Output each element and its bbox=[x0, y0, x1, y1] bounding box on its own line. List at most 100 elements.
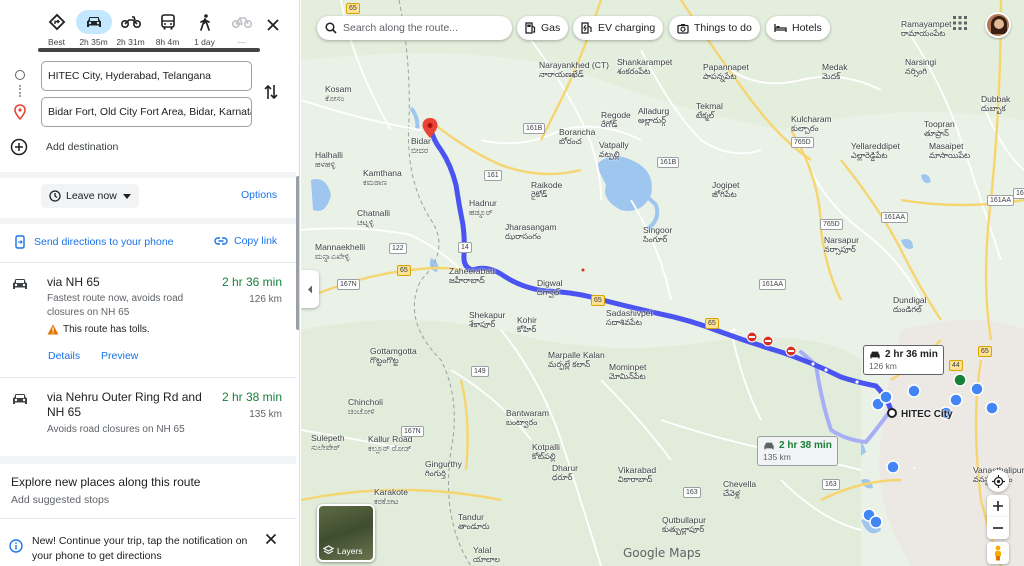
highway-shield: 161AA bbox=[1013, 188, 1024, 199]
send-to-phone-button[interactable]: Send directions to your phone bbox=[14, 235, 174, 249]
dismiss-notification-icon[interactable] bbox=[265, 533, 277, 545]
copy-link-button[interactable]: Copy link bbox=[214, 235, 277, 247]
place-name-en: Kamthana bbox=[363, 168, 402, 178]
place-name-en: Yalal bbox=[473, 545, 492, 555]
mode-cycling[interactable]: — bbox=[223, 10, 260, 50]
warning-icon bbox=[47, 324, 59, 335]
swap-endpoints-button[interactable] bbox=[263, 83, 279, 106]
place-name-local: శంకరంపేట bbox=[617, 67, 651, 76]
highway-shield: 44 bbox=[949, 360, 963, 371]
options-button[interactable]: Options bbox=[241, 189, 277, 201]
place-label: Chevella చేవెళ్ల bbox=[723, 479, 756, 499]
mode-two-wheeler[interactable]: 2h 31m bbox=[112, 10, 149, 50]
leave-now-dropdown[interactable]: Leave now bbox=[41, 184, 139, 208]
info-icon bbox=[9, 539, 23, 553]
place-name-en: Ramayampet bbox=[901, 19, 952, 29]
preview-link[interactable]: Preview bbox=[101, 350, 138, 362]
place-label: Zaheerabad జహీరాబాద్ bbox=[449, 266, 495, 286]
map-canvas[interactable]: Bidar ಬೀದರ Kosam ಕೋಸಂ Halhalli ಹಳಹಳ್ಳಿ Kamth… bbox=[301, 0, 1024, 566]
gas-pump-icon bbox=[525, 22, 536, 34]
place-name-en: Masaipet bbox=[929, 141, 964, 151]
place-label: Narayankhed (CT) నారాయణఖేడ్ bbox=[539, 60, 609, 80]
place-name-en: Regode bbox=[601, 110, 631, 120]
place-name-local: బోరంచ bbox=[559, 137, 582, 146]
place-label: Boranchа బోరంచ bbox=[559, 127, 595, 147]
highway-shield: 122 bbox=[389, 243, 407, 254]
zoom-in-button[interactable] bbox=[987, 495, 1009, 517]
place-label: Alladurg అల్లాదుర్గ్ bbox=[638, 106, 669, 126]
mode-transit-label: 8h 4m bbox=[155, 37, 180, 47]
place-name-local: రైకోడ్ bbox=[531, 190, 548, 199]
place-name-local: శేకాపూర్ bbox=[469, 320, 496, 329]
search-icon bbox=[325, 22, 337, 34]
hotels-chip[interactable]: Hotels bbox=[766, 16, 830, 40]
things-to-do-chip[interactable]: Things to do bbox=[669, 16, 760, 40]
mode-best[interactable]: Best bbox=[38, 10, 75, 50]
place-name-local: ಹಡ್ನೂರ್ bbox=[469, 208, 493, 217]
destination-input[interactable]: Bidar Fort, Old City Fort Area, Bidar, K… bbox=[41, 97, 252, 127]
route-time: 2 hr 36 min bbox=[221, 275, 282, 289]
explore-subtitle[interactable]: Add suggested stops bbox=[11, 494, 109, 506]
google-maps-logo: Google Maps bbox=[623, 546, 701, 560]
my-location-button[interactable] bbox=[987, 470, 1009, 492]
street-view-pegman[interactable] bbox=[987, 542, 1009, 564]
place-name-en: Bantwaram bbox=[506, 408, 549, 418]
place-name-local: ಚಿಂಚೋಳಿ bbox=[348, 407, 375, 416]
origin-input[interactable]: HITEC City, Hyderabad, Telangana bbox=[41, 61, 252, 91]
place-name-local: ಹಳಹಳ್ಳಿ bbox=[315, 160, 336, 169]
place-label: Kulcharam కుల్చారం bbox=[791, 114, 832, 134]
crosshair-icon bbox=[991, 474, 1005, 488]
place-name-en: Kotpalli bbox=[532, 442, 560, 452]
search-along-route-input[interactable]: Search along the route... bbox=[317, 16, 512, 40]
mode-transit[interactable]: 8h 4m bbox=[149, 10, 186, 50]
place-name-local: వికారాబాద్ bbox=[618, 475, 653, 484]
callout-time: 2 hr 38 min bbox=[779, 440, 832, 451]
car-icon bbox=[764, 442, 774, 449]
place-name-local: బంట్వారం bbox=[506, 418, 538, 427]
place-label: Shankarampet శంకరంపేట bbox=[617, 57, 672, 77]
primary-route-callout[interactable]: 2 hr 36 min 126 km bbox=[863, 345, 944, 375]
place-name-en: Kohir bbox=[517, 315, 537, 325]
place-name-local: మోమిన్‌పేట bbox=[609, 372, 646, 381]
account-avatar[interactable] bbox=[985, 12, 1011, 38]
route-description: Fastest route now, avoids road closures … bbox=[47, 293, 184, 318]
route-description: Avoids road closures on NH 65 bbox=[47, 424, 185, 435]
mode-walking[interactable]: 1 day bbox=[186, 10, 223, 50]
place-label: Kosam ಕೋಸಂ bbox=[325, 84, 351, 104]
ev-charging-chip[interactable]: EV charging bbox=[573, 16, 664, 40]
place-name-local: మాసాయిపేట bbox=[929, 151, 971, 160]
layers-button[interactable]: Layers bbox=[317, 504, 375, 562]
origin-marker[interactable] bbox=[887, 408, 897, 418]
details-link[interactable]: Details bbox=[48, 350, 80, 362]
plus-icon bbox=[993, 501, 1003, 511]
place-label: Medak మెదక్ bbox=[822, 62, 848, 82]
water-body bbox=[901, 239, 913, 249]
add-destination-label: Add destination bbox=[46, 141, 119, 153]
route-option-1[interactable]: via NH 65 2 hr 36 min 126 km Fastest rou… bbox=[0, 263, 296, 377]
highway-shield: 161AA bbox=[881, 212, 909, 223]
place-label: Singoor సింగూర్ bbox=[643, 225, 672, 245]
route-name: via NH 65 bbox=[47, 275, 100, 289]
highway-shield: 14 bbox=[458, 242, 472, 253]
place-label: Narsingi నర్సింగి bbox=[905, 57, 936, 77]
mode-driving[interactable]: 2h 35m bbox=[75, 10, 112, 50]
close-directions-button[interactable] bbox=[262, 14, 284, 36]
route-option-2[interactable]: via Nehru Outer Ring Rd and NH 65 2 hr 3… bbox=[0, 378, 296, 456]
add-destination-button[interactable]: Add destination bbox=[10, 138, 118, 156]
close-icon bbox=[267, 19, 279, 31]
place-name-local: ಕಮಠಾಣ bbox=[363, 178, 387, 187]
zoom-out-button[interactable] bbox=[987, 517, 1009, 539]
car-icon bbox=[75, 10, 112, 34]
place-label: Masaipet మాసాయిపేట bbox=[929, 141, 970, 161]
place-label: Ramayampet రామాయంపేట bbox=[901, 19, 952, 39]
notification-text: New! Continue your trip, tap the notific… bbox=[32, 535, 248, 562]
google-apps-button[interactable] bbox=[953, 16, 967, 35]
sidebar-scrollbar[interactable] bbox=[296, 176, 299, 330]
gas-chip[interactable]: Gas bbox=[517, 16, 569, 40]
place-name-en: Gingurthy bbox=[425, 459, 462, 469]
place-name-local: తూప్రాన్ bbox=[924, 129, 949, 138]
alternate-route-callout[interactable]: 2 hr 38 min 135 km bbox=[757, 436, 838, 466]
place-name-local: ఝరాసంగం bbox=[505, 232, 541, 241]
mode-cycling-label: — bbox=[237, 37, 246, 47]
collapse-panel-button[interactable] bbox=[301, 270, 319, 308]
